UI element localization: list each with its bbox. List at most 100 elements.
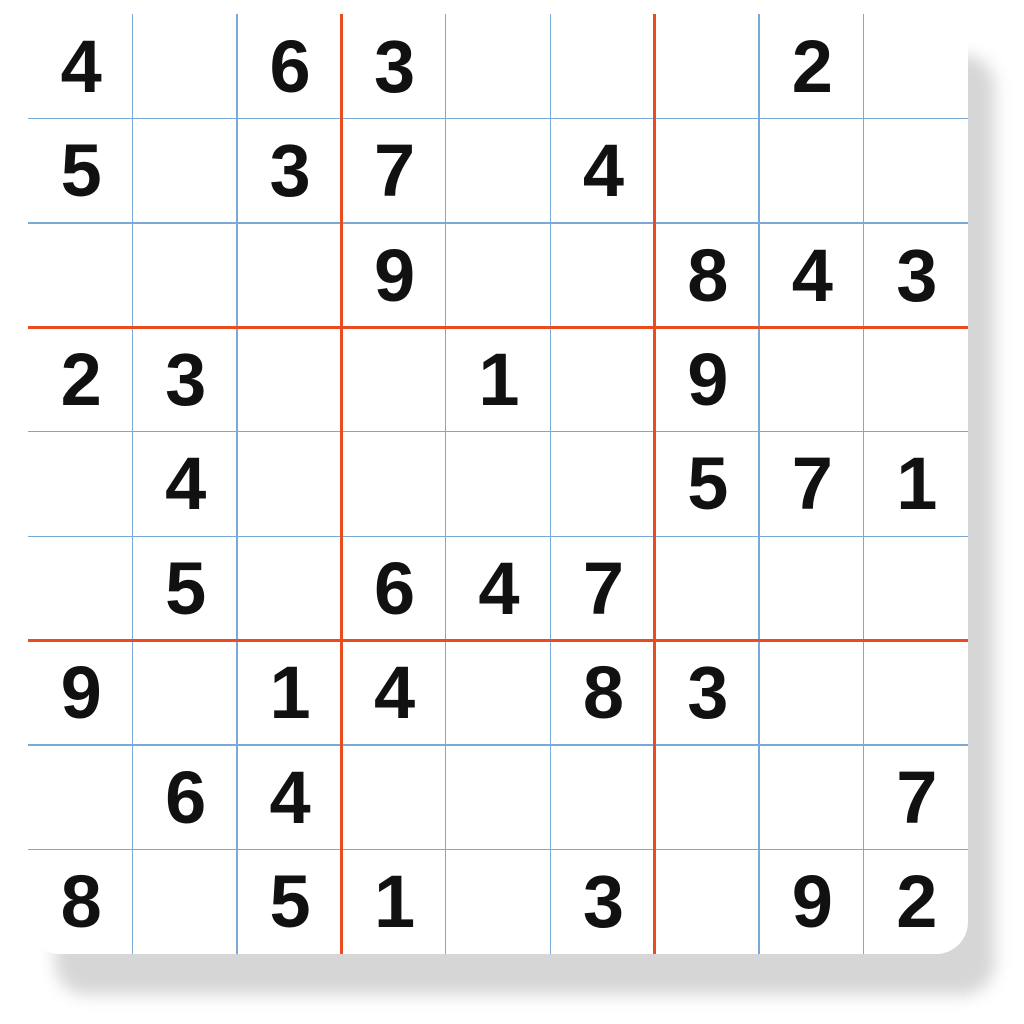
sudoku-cell[interactable]: 9 — [28, 641, 132, 745]
cells-container: 46325374984323194571564791483647851392 — [28, 14, 968, 954]
sudoku-cell[interactable] — [132, 850, 236, 954]
sudoku-cell[interactable] — [341, 745, 445, 849]
cell-value: 2 — [792, 24, 831, 109]
sudoku-cell[interactable] — [864, 536, 968, 640]
sudoku-cell[interactable]: 1 — [864, 432, 968, 536]
sudoku-cell[interactable] — [550, 223, 654, 327]
sudoku-cell[interactable]: 4 — [132, 432, 236, 536]
cell-value: 4 — [61, 24, 100, 109]
sudoku-cell[interactable] — [550, 14, 654, 118]
cell-value: 3 — [687, 650, 726, 735]
sudoku-cell[interactable] — [864, 118, 968, 222]
sudoku-cell[interactable]: 2 — [864, 850, 968, 954]
sudoku-cell[interactable]: 5 — [132, 536, 236, 640]
sudoku-cell[interactable] — [759, 327, 863, 431]
sudoku-cell[interactable] — [759, 118, 863, 222]
sudoku-cell[interactable] — [28, 432, 132, 536]
sudoku-cell[interactable] — [237, 536, 341, 640]
sudoku-cell[interactable] — [341, 432, 445, 536]
sudoku-cell[interactable]: 6 — [341, 536, 445, 640]
sudoku-cell[interactable] — [655, 745, 759, 849]
sudoku-cell[interactable] — [446, 223, 550, 327]
sudoku-cell[interactable]: 1 — [341, 850, 445, 954]
sudoku-cell[interactable] — [655, 536, 759, 640]
sudoku-cell[interactable]: 9 — [655, 327, 759, 431]
sudoku-cell[interactable] — [237, 327, 341, 431]
cell-value: 7 — [792, 441, 831, 526]
sudoku-cell[interactable]: 5 — [237, 850, 341, 954]
sudoku-cell[interactable]: 4 — [341, 641, 445, 745]
cell-value: 7 — [583, 546, 622, 631]
cell-value: 1 — [374, 859, 413, 944]
sudoku-cell[interactable] — [864, 327, 968, 431]
sudoku-cell[interactable] — [132, 14, 236, 118]
cell-value: 4 — [270, 755, 309, 840]
sudoku-cell[interactable] — [446, 118, 550, 222]
sudoku-cell[interactable] — [28, 536, 132, 640]
sudoku-cell[interactable]: 5 — [655, 432, 759, 536]
sudoku-cell[interactable]: 4 — [550, 118, 654, 222]
cell-value: 1 — [478, 337, 517, 422]
sudoku-cell[interactable] — [864, 641, 968, 745]
sudoku-cell[interactable] — [237, 432, 341, 536]
cell-value: 7 — [896, 755, 935, 840]
sudoku-cell[interactable]: 3 — [237, 118, 341, 222]
sudoku-cell[interactable] — [550, 432, 654, 536]
sudoku-cell[interactable]: 1 — [237, 641, 341, 745]
sudoku-cell[interactable] — [132, 641, 236, 745]
sudoku-cell[interactable]: 8 — [28, 850, 132, 954]
sudoku-cell[interactable]: 3 — [655, 641, 759, 745]
sudoku-cell[interactable] — [28, 223, 132, 327]
sudoku-cell[interactable]: 3 — [132, 327, 236, 431]
sudoku-cell[interactable] — [759, 536, 863, 640]
sudoku-cell[interactable]: 5 — [28, 118, 132, 222]
sudoku-cell[interactable] — [446, 745, 550, 849]
sudoku-cell[interactable] — [446, 850, 550, 954]
sudoku-stage: 46325374984323194571564791483647851392 — [0, 0, 1024, 1024]
sudoku-cell[interactable]: 3 — [864, 223, 968, 327]
sudoku-cell[interactable]: 7 — [341, 118, 445, 222]
sudoku-cell[interactable]: 4 — [446, 536, 550, 640]
cell-value: 4 — [478, 546, 517, 631]
sudoku-cell[interactable] — [759, 641, 863, 745]
cell-value: 6 — [165, 755, 204, 840]
sudoku-cell[interactable]: 9 — [759, 850, 863, 954]
sudoku-cell[interactable]: 6 — [132, 745, 236, 849]
sudoku-cell[interactable]: 7 — [864, 745, 968, 849]
cell-value: 3 — [165, 337, 204, 422]
sudoku-cell[interactable]: 8 — [550, 641, 654, 745]
sudoku-cell[interactable] — [655, 850, 759, 954]
sudoku-cell[interactable] — [132, 223, 236, 327]
sudoku-cell[interactable] — [341, 327, 445, 431]
sudoku-cell[interactable] — [446, 14, 550, 118]
sudoku-cell[interactable] — [655, 118, 759, 222]
sudoku-cell[interactable] — [864, 14, 968, 118]
sudoku-cell[interactable] — [28, 745, 132, 849]
sudoku-cell[interactable]: 6 — [237, 14, 341, 118]
sudoku-cell[interactable] — [446, 641, 550, 745]
sudoku-cell[interactable]: 7 — [759, 432, 863, 536]
sudoku-cell[interactable]: 3 — [341, 14, 445, 118]
cell-value: 5 — [687, 441, 726, 526]
sudoku-cell[interactable] — [550, 745, 654, 849]
sudoku-cell[interactable]: 4 — [237, 745, 341, 849]
sudoku-cell[interactable] — [237, 223, 341, 327]
sudoku-cell[interactable]: 4 — [28, 14, 132, 118]
sudoku-cell[interactable] — [446, 432, 550, 536]
sudoku-cell[interactable]: 3 — [550, 850, 654, 954]
sudoku-cell[interactable]: 1 — [446, 327, 550, 431]
sudoku-cell[interactable]: 8 — [655, 223, 759, 327]
sudoku-cell[interactable] — [759, 745, 863, 849]
sudoku-cell[interactable]: 2 — [28, 327, 132, 431]
sudoku-cell[interactable]: 4 — [759, 223, 863, 327]
cell-value: 2 — [61, 337, 100, 422]
cell-value: 6 — [374, 546, 413, 631]
sudoku-cell[interactable]: 9 — [341, 223, 445, 327]
sudoku-cell[interactable] — [655, 14, 759, 118]
sudoku-cell[interactable] — [132, 118, 236, 222]
cell-value: 3 — [896, 233, 935, 318]
cell-value: 5 — [61, 128, 100, 213]
sudoku-cell[interactable]: 2 — [759, 14, 863, 118]
sudoku-cell[interactable]: 7 — [550, 536, 654, 640]
sudoku-cell[interactable] — [550, 327, 654, 431]
